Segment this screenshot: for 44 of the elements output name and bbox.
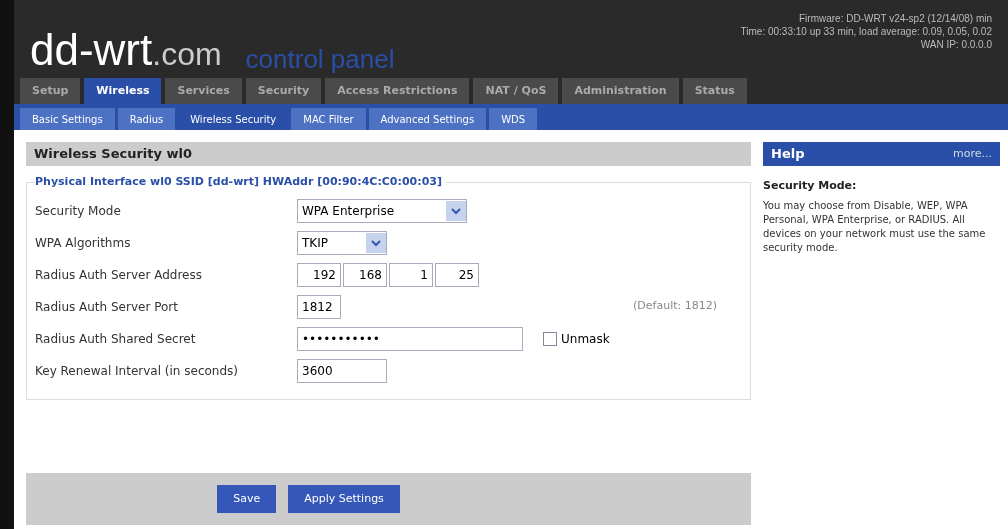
status-text: WAN IP: 0.0.0.0 xyxy=(920,38,992,51)
more-link[interactable]: more... xyxy=(953,145,992,163)
password-field[interactable]: ••••••••••• xyxy=(297,326,523,351)
nav-tab[interactable]: Wireless xyxy=(84,78,162,104)
ip-octet-field[interactable]: 25 xyxy=(435,262,479,287)
section-title: Wireless Security wl0 xyxy=(26,142,751,166)
field-label: Key Renewal Interval (in seconds) xyxy=(35,362,239,380)
select-field[interactable]: WPA Enterprise xyxy=(297,198,467,223)
nav-tab[interactable]: NAT / QoS xyxy=(473,78,559,104)
subnav-tab[interactable]: WDS xyxy=(489,108,538,130)
subnav-tab[interactable]: Radius xyxy=(117,108,176,130)
action-button[interactable]: Apply Settings xyxy=(288,485,400,513)
nav-tab[interactable]: Services xyxy=(165,78,242,104)
subnav-tab[interactable]: Basic Settings xyxy=(20,108,115,130)
nav-tab[interactable]: Access Restrictions xyxy=(325,78,470,104)
nav-tab[interactable]: Security xyxy=(245,78,322,104)
logo-suffix: .com xyxy=(152,38,222,70)
help-text: You may choose from Disable, WEP, WPA Personal, WPA Enterprise, or RADIUS. All devices on your network must use the same security mode. xyxy=(763,198,987,255)
subnav-tab[interactable]: Advanced Settings xyxy=(368,108,487,130)
logo-text: dd-wrt xyxy=(30,28,153,72)
text-field[interactable]: 3600 xyxy=(297,358,387,383)
default-hint: (Default: 1812) xyxy=(633,298,717,315)
nav-tab[interactable]: Administration xyxy=(562,78,679,104)
field-label: Radius Auth Shared Secret xyxy=(35,330,197,348)
field-label: Radius Auth Server Address xyxy=(35,266,203,284)
ip-octet-field[interactable]: 1 xyxy=(389,262,433,287)
select-field[interactable]: TKIP xyxy=(297,230,387,255)
subtitle: control panel xyxy=(245,46,395,72)
ip-octet-field[interactable]: 192 xyxy=(297,262,341,287)
field-label: Radius Auth Server Port xyxy=(35,298,179,316)
help-heading: Security Mode: xyxy=(763,178,858,194)
subnav-tab[interactable]: MAC Filter xyxy=(291,108,366,130)
field-label: Security Mode xyxy=(35,202,122,220)
port-field[interactable]: 1812 xyxy=(297,294,341,319)
field-label: WPA Algorithms xyxy=(35,234,132,252)
nav-tab[interactable]: Setup xyxy=(20,78,81,104)
status-text: Time: 00:33:10 up 33 min, load average: 0.09, 0.05, 0.02 xyxy=(740,25,992,38)
help-title: Help xyxy=(771,145,805,164)
nav-tab[interactable]: Status xyxy=(682,78,747,104)
checkbox-label: Unmask xyxy=(561,330,610,348)
action-button[interactable]: Save xyxy=(217,485,277,513)
ip-octet-field[interactable]: 168 xyxy=(343,262,387,287)
status-text: Firmware: DD-WRT v24-sp2 (12/14/08) min xyxy=(799,12,992,25)
checkbox[interactable] xyxy=(543,331,557,346)
